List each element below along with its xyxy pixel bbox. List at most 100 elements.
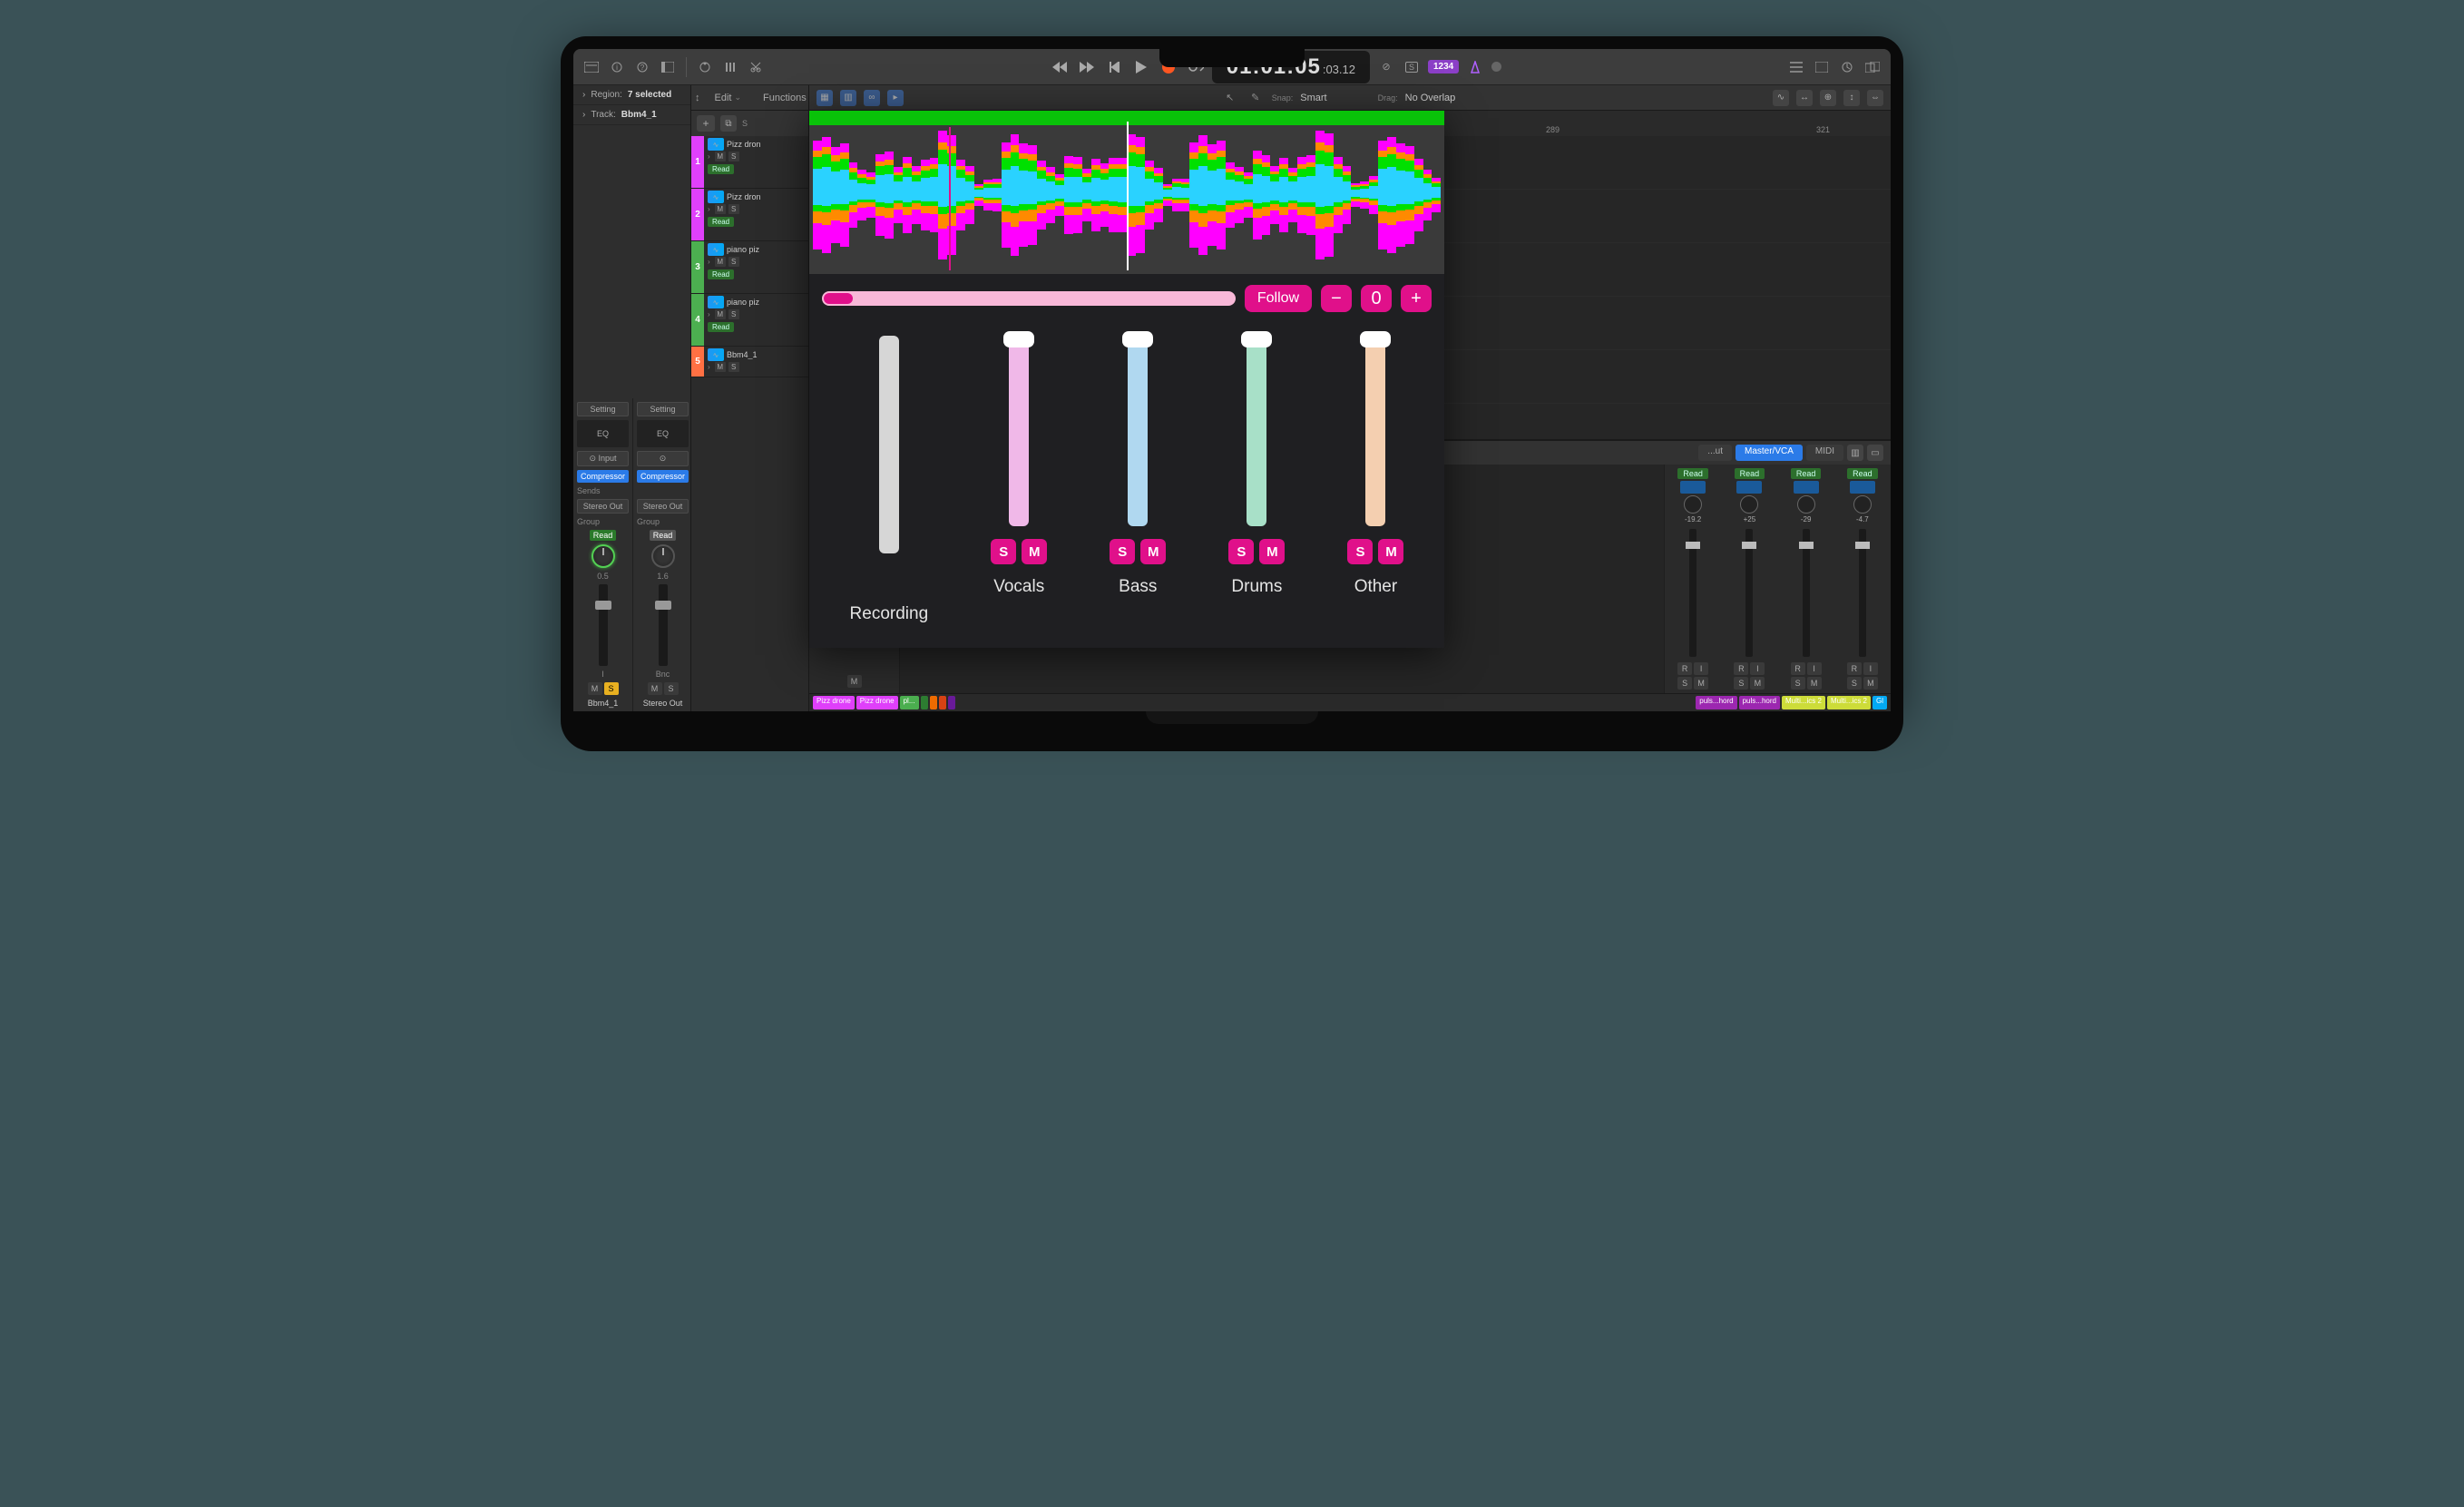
solo-button[interactable]: S	[728, 257, 739, 267]
tab-out[interactable]: ...ut	[1698, 445, 1732, 461]
stem-mute-button[interactable]: M	[1378, 539, 1403, 564]
pan-knob[interactable]	[1684, 495, 1702, 514]
solo-button[interactable]: S	[1791, 677, 1805, 690]
clip[interactable]: puls...hord	[1696, 696, 1736, 709]
zoom-fit-icon[interactable]: ⇔	[1867, 90, 1883, 106]
eq-display[interactable]: EQ	[577, 420, 629, 447]
clips-overview[interactable]: Pizz dronePizz dronepl...puls...hordpuls…	[809, 693, 1891, 711]
input-button[interactable]: I	[1807, 662, 1822, 675]
drag-value[interactable]: No Overlap	[1405, 93, 1456, 103]
track-row[interactable]: 4 ∿ piano piz › M S Read	[691, 294, 808, 347]
tuner-icon[interactable]: ⊘	[1377, 58, 1395, 76]
mute-button[interactable]: M	[715, 204, 726, 214]
scissors-icon[interactable]	[747, 58, 765, 76]
waveform-display[interactable]	[809, 111, 1444, 274]
mute-button[interactable]: M	[715, 362, 726, 372]
clip[interactable]: pl...	[900, 696, 919, 709]
input-slot[interactable]: ⊙	[637, 451, 689, 466]
automation-read[interactable]: Read	[1677, 468, 1708, 479]
setting-button[interactable]: Setting	[637, 402, 689, 416]
pointer-tool-icon[interactable]: ↖	[1221, 89, 1239, 107]
mute-button[interactable]: M	[847, 675, 862, 688]
mute-button[interactable]: M	[715, 309, 726, 319]
tab-midi[interactable]: MIDI	[1806, 445, 1843, 461]
volume-fader[interactable]	[659, 584, 668, 666]
clip[interactable]	[930, 696, 937, 709]
automation-read[interactable]: Read	[1847, 468, 1878, 479]
mute-button[interactable]: M	[715, 152, 726, 161]
volume-fader[interactable]	[599, 584, 608, 666]
automation-read[interactable]: Read	[590, 530, 617, 541]
compressor-insert[interactable]: Compressor	[637, 470, 689, 483]
follow-button[interactable]: Follow	[1245, 285, 1312, 312]
edit-menu[interactable]: Edit⌄	[708, 91, 749, 105]
list-icon[interactable]	[1787, 58, 1805, 76]
zoom-out-button[interactable]: −	[1321, 285, 1352, 312]
waveform-icon[interactable]: ∿	[1773, 90, 1789, 106]
rec-button[interactable]: R	[1734, 662, 1748, 675]
volume-fader[interactable]	[1859, 529, 1866, 657]
loop-browser-icon[interactable]	[1838, 58, 1856, 76]
play-icon[interactable]	[1132, 58, 1150, 76]
mute-button[interactable]: M	[1863, 677, 1878, 690]
region-row[interactable]: › Region: 7 selected	[573, 85, 690, 105]
automation-read[interactable]: Read	[708, 322, 734, 332]
stem-volume-slider[interactable]	[1009, 336, 1029, 526]
tab-master[interactable]: Master/VCA	[1736, 445, 1803, 461]
slider-thumb[interactable]	[1003, 331, 1034, 347]
stem-solo-button[interactable]: S	[991, 539, 1016, 564]
pencil-tool-icon[interactable]: ✎	[1247, 89, 1265, 107]
solo-button[interactable]: S	[604, 682, 619, 695]
solo-button[interactable]: S	[1847, 677, 1862, 690]
mute-button[interactable]: M	[588, 682, 602, 695]
input-button[interactable]: I	[1750, 662, 1765, 675]
solo-button[interactable]: S	[664, 682, 679, 695]
clip[interactable]: puls...hord	[1739, 696, 1780, 709]
rec-button[interactable]: R	[1791, 662, 1805, 675]
notes-icon[interactable]	[1813, 58, 1831, 76]
snap-value[interactable]: Smart	[1300, 93, 1326, 103]
zoom-h-icon[interactable]: ↔	[1796, 90, 1813, 106]
stem-volume-slider[interactable]	[879, 336, 899, 553]
slider-thumb[interactable]	[1122, 331, 1153, 347]
help-icon[interactable]: ?	[633, 58, 651, 76]
rec-button[interactable]: R	[1847, 662, 1862, 675]
playhead[interactable]	[1127, 122, 1129, 270]
toolbox-icon[interactable]: i	[608, 58, 626, 76]
mute-button[interactable]: M	[648, 682, 662, 695]
slider-thumb[interactable]	[1241, 331, 1272, 347]
automation-read[interactable]: Read	[708, 164, 734, 174]
clip[interactable]: Multi...ics 2	[1827, 696, 1871, 709]
track-menu-button[interactable]: ↕	[695, 89, 700, 107]
zoom-tool-icon[interactable]: ⊕	[1820, 90, 1836, 106]
clip[interactable]: Pizz drone	[813, 696, 855, 709]
catch-icon[interactable]: ▸	[887, 90, 904, 106]
automation-read[interactable]: Read	[650, 530, 677, 541]
output-slot[interactable]: Stereo Out	[637, 499, 689, 514]
stem-volume-slider[interactable]	[1365, 336, 1385, 526]
add-track-button[interactable]: +	[697, 115, 715, 132]
mixer-wide-icon[interactable]: ▭	[1867, 445, 1883, 461]
stem-mute-button[interactable]: M	[1022, 539, 1047, 564]
scrub-bar[interactable]	[822, 291, 1236, 306]
stem-volume-slider[interactable]	[1128, 336, 1148, 526]
mixer-layout-icon[interactable]: ▥	[1847, 445, 1863, 461]
panel-icon[interactable]	[659, 58, 677, 76]
solo-button[interactable]: S	[728, 362, 739, 372]
mute-button[interactable]: M	[1694, 677, 1708, 690]
input-button[interactable]: I	[1863, 662, 1878, 675]
stop-icon[interactable]	[1105, 58, 1123, 76]
volume-fader[interactable]	[1745, 529, 1753, 657]
clip[interactable]	[921, 696, 928, 709]
rewind-icon[interactable]	[1051, 58, 1069, 76]
stem-volume-slider[interactable]	[1247, 336, 1266, 526]
solo-button[interactable]: S	[1734, 677, 1748, 690]
link-icon[interactable]: ∞	[864, 90, 880, 106]
colors-icon[interactable]	[696, 58, 714, 76]
automation-read[interactable]: Read	[708, 217, 734, 227]
pan-knob[interactable]	[1853, 495, 1872, 514]
track-row[interactable]: 5 ∿ Bbm4_1 › M S	[691, 347, 808, 377]
track-row[interactable]: 1 ∿ Pizz dron › M S Read	[691, 136, 808, 189]
stem-mute-button[interactable]: M	[1259, 539, 1285, 564]
mute-button[interactable]: M	[1807, 677, 1822, 690]
